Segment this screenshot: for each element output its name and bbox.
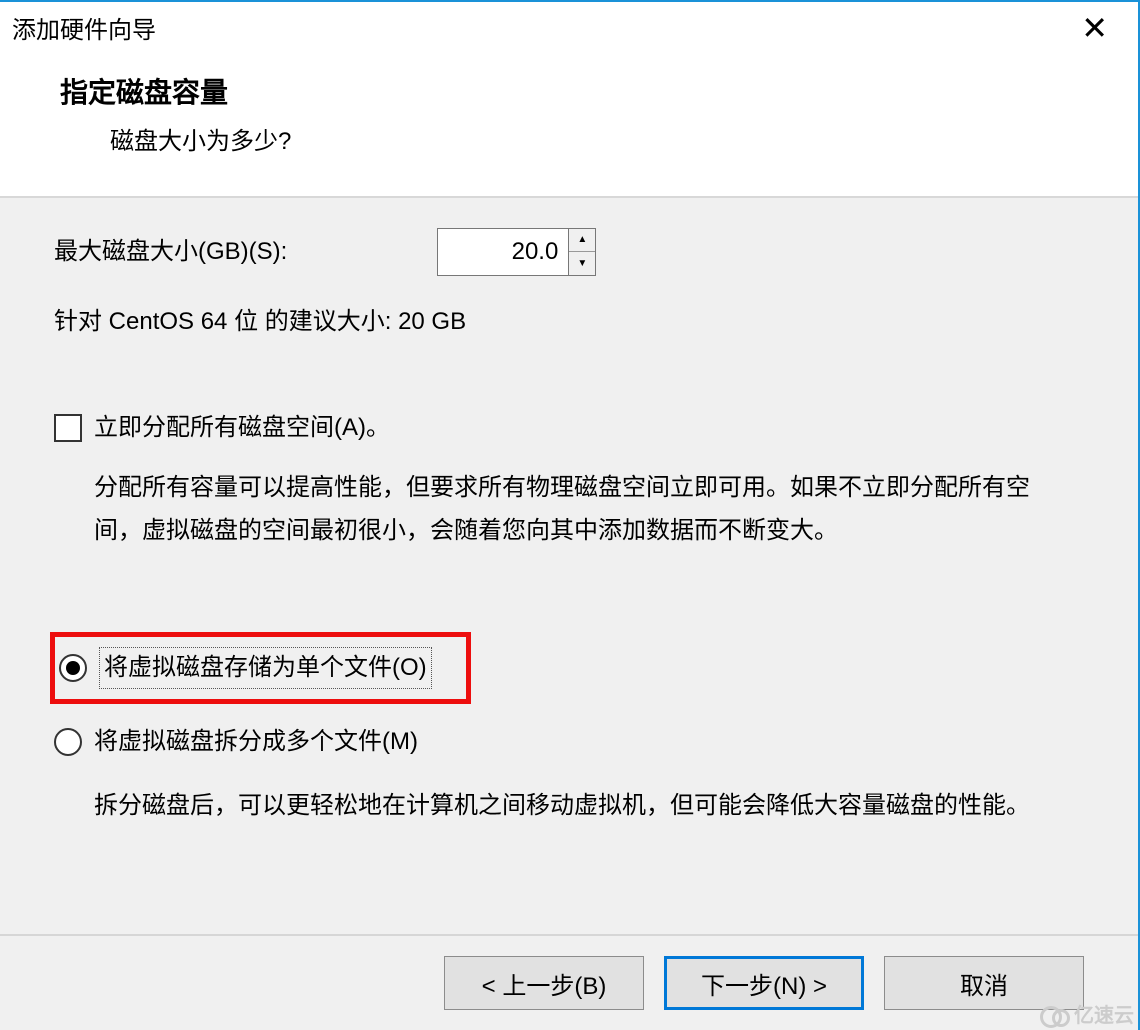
window-title: 添加硬件向导 — [12, 10, 156, 45]
watermark-text: 亿速云 — [1074, 999, 1134, 1028]
spin-up-icon[interactable]: ▲ — [569, 229, 595, 252]
wizard-footer: < 上一步(B) 下一步(N) > 取消 — [0, 934, 1138, 1030]
recommended-size-text: 针对 CentOS 64 位 的建议大小: 20 GB — [54, 304, 1084, 340]
spinner-buttons: ▲ ▼ — [568, 229, 595, 275]
store-single-row[interactable]: 将虚拟磁盘存储为单个文件(O) — [50, 632, 471, 704]
store-split-label: 将虚拟磁盘拆分成多个文件(M) — [94, 724, 418, 760]
disk-size-label: 最大磁盘大小(GB)(S): — [54, 234, 287, 270]
allocate-now-label: 立即分配所有磁盘空间(A)。 — [94, 410, 390, 446]
title-bar: 添加硬件向导 ✕ — [0, 2, 1138, 53]
store-split-row[interactable]: 将虚拟磁盘拆分成多个文件(M) — [54, 724, 1084, 760]
store-single-label: 将虚拟磁盘存储为单个文件(O) — [99, 647, 432, 689]
disk-size-input[interactable] — [438, 229, 568, 275]
allocate-now-row[interactable]: 立即分配所有磁盘空间(A)。 — [54, 410, 1084, 446]
close-icon[interactable]: ✕ — [1071, 12, 1118, 44]
disk-size-spinner[interactable]: ▲ ▼ — [437, 228, 596, 276]
wizard-window: 添加硬件向导 ✕ 指定磁盘容量 磁盘大小为多少? 最大磁盘大小(GB)(S): … — [0, 0, 1140, 1030]
allocate-now-checkbox[interactable] — [54, 414, 82, 442]
next-button[interactable]: 下一步(N) > — [664, 956, 864, 1010]
watermark: 亿速云 — [1040, 999, 1134, 1028]
back-button[interactable]: < 上一步(B) — [444, 956, 644, 1010]
store-split-description: 拆分磁盘后，可以更轻松地在计算机之间移动虚拟机，但可能会降低大容量磁盘的性能。 — [54, 784, 1054, 827]
watermark-icon — [1040, 1004, 1070, 1024]
wizard-header: 指定磁盘容量 磁盘大小为多少? — [0, 53, 1138, 198]
disk-size-row: 最大磁盘大小(GB)(S): ▲ ▼ — [54, 228, 1084, 276]
storage-radio-group: 将虚拟磁盘存储为单个文件(O) 将虚拟磁盘拆分成多个文件(M) 拆分磁盘后，可以… — [54, 632, 1084, 827]
content-area: 最大磁盘大小(GB)(S): ▲ ▼ 针对 CentOS 64 位 的建议大小:… — [0, 198, 1138, 934]
store-split-radio[interactable] — [54, 728, 82, 756]
allocate-description: 分配所有容量可以提高性能，但要求所有物理磁盘空间立即可用。如果不立即分配所有空间… — [54, 466, 1054, 552]
spin-down-icon[interactable]: ▼ — [569, 252, 595, 275]
page-subtitle: 磁盘大小为多少? — [60, 121, 1078, 156]
store-single-radio[interactable] — [59, 654, 87, 682]
page-title: 指定磁盘容量 — [60, 71, 1078, 111]
